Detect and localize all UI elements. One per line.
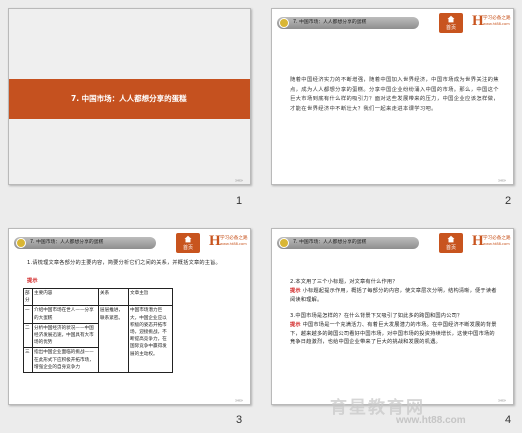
home-button[interactable]: 首页 xyxy=(439,13,463,33)
table-header-cell: 部分 xyxy=(23,287,33,307)
slide-corner-mark: »»» xyxy=(235,398,243,404)
table-cell: 三 xyxy=(23,347,33,374)
table-header-cell: 关系 xyxy=(98,287,129,307)
table-header-cell: 文章主旨 xyxy=(128,287,173,307)
answer-3-text: 中国市场是一个充满活力、有着巨大发展潜力的市场。在中国经济不断发展的背景下，越来… xyxy=(290,322,497,346)
home-label: 首页 xyxy=(445,25,456,31)
table-header-cell: 主要内容 xyxy=(32,287,99,307)
slide-thumbnail-2[interactable]: 7. 中国市场：人人都想分享的蛋糕 首页 H 学习必备之路 www.ht88.c… xyxy=(271,8,514,185)
brand-line1: 学习必备之路 xyxy=(483,16,511,21)
bullet-icon xyxy=(16,238,26,248)
home-button[interactable]: 首页 xyxy=(439,233,463,253)
home-icon xyxy=(447,15,455,23)
slide-number-3: 3 xyxy=(236,414,243,426)
slide-number-4: 4 xyxy=(505,414,512,426)
slide-corner-mark: »»» xyxy=(498,398,506,404)
home-icon xyxy=(447,235,455,243)
slide-thumbnail-1[interactable]: 7. 中国市场：人人都想分享的蛋糕 »»» xyxy=(8,8,251,185)
question-3: 3.中国市场是怎样的？在什么背景下又吸引了如此多的跨国和国内公司？ xyxy=(290,313,463,319)
slide-corner-mark: »»» xyxy=(498,178,506,184)
watermark-url: www.ht88.com xyxy=(396,415,466,426)
brand-logo: H 学习必备之路 www.ht88.com xyxy=(472,13,511,33)
table-cell-theme: 中国市场潜力巨大，中国企业应以积极的姿态开拓市场，迎接挑战，不断提高竞争力，在国… xyxy=(128,305,173,374)
slide-corner-mark: »»» xyxy=(235,178,243,184)
table-header-row: 部分 主要内容 关系 文章主旨 xyxy=(23,287,173,307)
table-cell: 一 xyxy=(23,305,33,324)
table-cell: 指出中国企业面临的挑战——在此形式下应积极开拓市场，增强企业的自身竞争力 xyxy=(32,347,99,374)
table-cell: 二 xyxy=(23,322,33,349)
brand-line2: www.ht88.com xyxy=(483,242,510,246)
table-cell: 介绍中国市场在世人——分享的大蛋糕 xyxy=(32,305,99,324)
brand-mark: H xyxy=(472,233,484,249)
brand-line2: www.ht88.com xyxy=(483,22,510,26)
home-label: 首页 xyxy=(445,245,456,251)
table-row: 一 介绍中国市场在世人——分享的大蛋糕 层层推进，联系紧密。 中国市场潜力巨大，… xyxy=(23,305,173,374)
slide-title: 7. 中国市场：人人都想分享的蛋糕 xyxy=(71,94,187,103)
question-1: 1.请梳理文章各部分的主要内容，简要分析它们之间的关系，并概括文章的主旨。 xyxy=(27,260,221,266)
question-2: 2.本文用了三个小标题，对文章有什么作用？ xyxy=(290,279,398,285)
header-title-pill: 7. 中国市场：人人都想分享的蛋糕 xyxy=(14,237,156,249)
home-icon xyxy=(184,235,192,243)
content-table: 部分 主要内容 关系 文章主旨 一 介绍中国市场在世人——分享的大蛋糕 层层推进… xyxy=(23,287,173,374)
brand-logo: H 学习必备之路 www.ht88.com xyxy=(209,233,248,253)
brand-line1: 学习必备之路 xyxy=(483,236,511,241)
brand-mark: H xyxy=(209,233,221,249)
hint-label: 提示 xyxy=(290,322,301,328)
slide-number-2: 2 xyxy=(505,195,512,207)
answer-2: 提示 小标题起提示作用，概括了每部分的内容，使文章层次分明，结构清晰，便于读者阅… xyxy=(290,287,500,304)
brand-line2: www.ht88.com xyxy=(220,242,247,246)
slide-number-1: 1 xyxy=(236,195,243,207)
header-title: 7. 中国市场：人人都想分享的蛋糕 xyxy=(30,240,104,245)
slide-body-text: 随着中国经济实力的不断增强，随着中国加入世界经济，中国市场成为世界关注的焦点，成… xyxy=(290,77,499,112)
home-button[interactable]: 首页 xyxy=(176,233,200,253)
header-title-pill: 7. 中国市场：人人都想分享的蛋糕 xyxy=(277,17,419,29)
bullet-icon xyxy=(279,18,289,28)
home-label: 首页 xyxy=(182,245,193,251)
slide-header: 7. 中国市场：人人都想分享的蛋糕 首页 H 学习必备之路 www.ht88.c… xyxy=(272,229,513,255)
slide-thumbnail-4[interactable]: 7. 中国市场：人人都想分享的蛋糕 首页 H 学习必备之路 www.ht88.c… xyxy=(271,228,514,405)
slide-header: 7. 中国市场：人人都想分享的蛋糕 首页 H 学习必备之路 www.ht88.c… xyxy=(9,229,250,255)
hint-label: 提示 xyxy=(290,288,301,294)
header-title: 7. 中国市场：人人都想分享的蛋糕 xyxy=(293,20,367,25)
table-cell-relation: 层层推进，联系紧密。 xyxy=(98,305,129,374)
brand-line1: 学习必备之路 xyxy=(220,236,248,241)
brand-mark: H xyxy=(472,13,484,29)
table-cell: 分析中国经济的状况——中国经济发展迅速，中国具有大市场的优势 xyxy=(32,322,99,349)
hint-label: 提示 xyxy=(27,278,38,284)
title-bar: 7. 中国市场：人人都想分享的蛋糕 xyxy=(9,79,250,119)
brand-logo: H 学习必备之路 www.ht88.com xyxy=(472,233,511,253)
header-title: 7. 中国市场：人人都想分享的蛋糕 xyxy=(293,240,367,245)
answer-3: 提示 中国市场是一个充满活力、有着巨大发展潜力的市场。在中国经济不断发展的背景下… xyxy=(290,321,500,347)
bullet-icon xyxy=(279,238,289,248)
header-title-pill: 7. 中国市场：人人都想分享的蛋糕 xyxy=(277,237,419,249)
slide-thumbnail-3[interactable]: 7. 中国市场：人人都想分享的蛋糕 首页 H 学习必备之路 www.ht88.c… xyxy=(8,228,251,405)
slide-header: 7. 中国市场：人人都想分享的蛋糕 首页 H 学习必备之路 www.ht88.c… xyxy=(272,9,513,35)
answer-2-text: 小标题起提示作用，概括了每部分的内容，使文章层次分明，结构清晰，便于读者阅读和理… xyxy=(290,288,497,303)
